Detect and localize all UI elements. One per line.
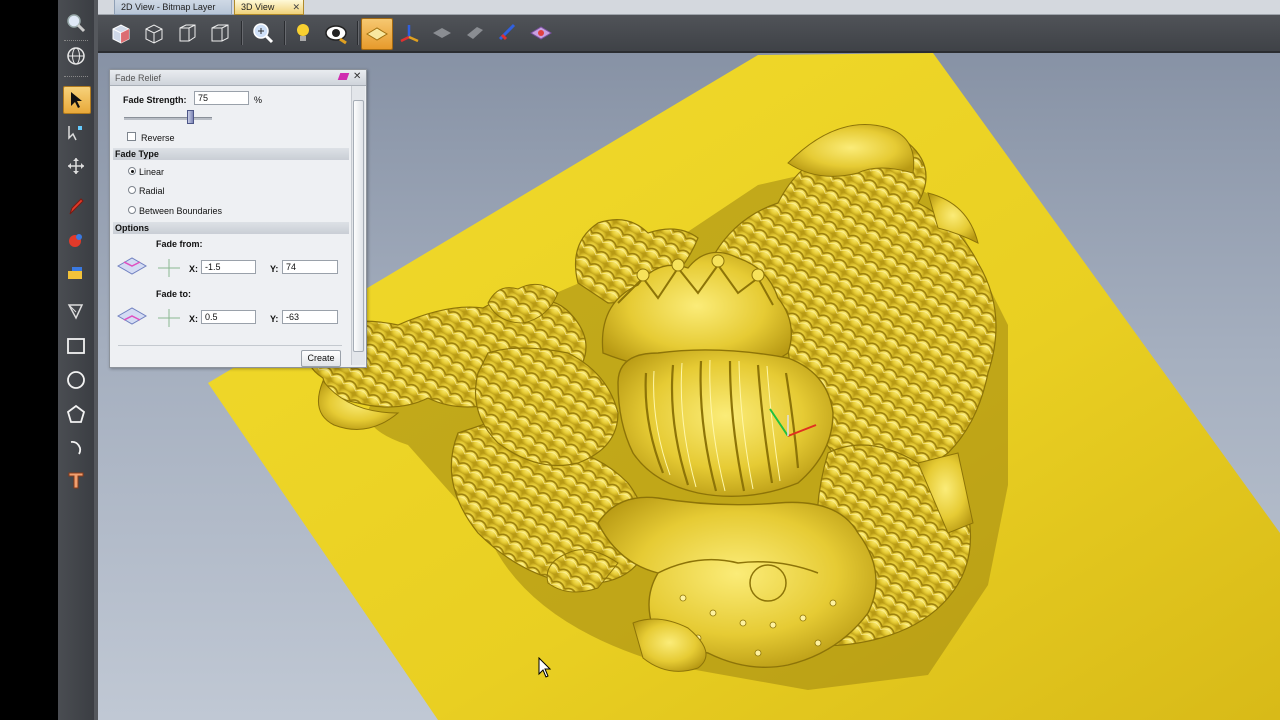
radio-radial[interactable] [128, 186, 136, 194]
radio-between-boundaries-label: Between Boundaries [139, 206, 223, 216]
transform-icon[interactable] [63, 153, 89, 179]
vector-icon[interactable] [63, 298, 89, 324]
reverse-checkbox[interactable] [127, 132, 136, 141]
iso-view-icon[interactable] [106, 18, 136, 48]
zoom-icon[interactable] [63, 10, 89, 36]
left-toolbar [58, 0, 95, 720]
radio-linear[interactable] [128, 167, 136, 175]
fade-to-label: Fade to: [156, 289, 191, 299]
crosshair-icon [158, 309, 180, 327]
fade-from-x-input[interactable] [201, 260, 256, 274]
fade-to-x-input[interactable] [201, 310, 256, 324]
panel-divider [118, 345, 342, 346]
tab-2d-view-label: 2D View - Bitmap Layer [121, 2, 216, 12]
select-arrow-icon[interactable] [63, 86, 91, 114]
close-icon[interactable]: ✕ [353, 71, 361, 82]
node-edit-icon[interactable] [63, 120, 89, 146]
fade-strength-slider[interactable] [124, 117, 212, 120]
eye-icon[interactable] [321, 18, 351, 48]
reverse-label: Reverse [141, 133, 175, 143]
radio-linear-label: Linear [139, 167, 165, 177]
paint-icon[interactable] [63, 227, 89, 253]
zoom-fit-icon[interactable] [248, 18, 278, 48]
color-icon[interactable] [493, 18, 523, 48]
pencil-icon[interactable] [63, 193, 89, 219]
text-icon[interactable] [63, 467, 89, 493]
wire-icon[interactable] [460, 18, 490, 48]
radio-radial-label: Radial [139, 186, 165, 196]
fade-from-label: Fade from: [156, 239, 203, 249]
axes-icon[interactable] [394, 18, 424, 48]
radio-between-boundaries[interactable] [128, 206, 136, 214]
pick-point-to-icon[interactable] [116, 302, 148, 328]
top-toolbar [98, 15, 1280, 53]
rectangle-icon[interactable] [63, 333, 89, 359]
fade-relief-panel: Fade Relief ✕ Fade Strength: % Reverse F… [109, 69, 367, 368]
light-icon[interactable] [288, 18, 318, 48]
circle-icon[interactable] [63, 367, 89, 393]
toolbar-separator [64, 76, 88, 77]
fade-strength-unit: % [254, 95, 263, 105]
fade-to-x-label: X: [189, 314, 198, 324]
fade-to-y-input[interactable] [282, 310, 338, 324]
fade-strength-slider-thumb[interactable] [187, 110, 194, 124]
panel-title-bar[interactable]: Fade Relief ✕ [110, 70, 366, 86]
material-icon[interactable] [526, 18, 556, 48]
fade-strength-input[interactable] [194, 91, 249, 105]
bitmap-icon[interactable] [63, 260, 89, 286]
fade-to-y-label: Y: [270, 314, 279, 324]
arc-icon[interactable] [63, 435, 89, 461]
toolbar-separator [64, 40, 88, 41]
side-view-icon[interactable] [172, 18, 202, 48]
panel-title: Fade Relief [115, 73, 162, 83]
mouse-cursor-icon [538, 656, 552, 679]
front-view-icon[interactable] [139, 18, 169, 48]
tab-2d-view[interactable]: 2D View - Bitmap Layer [114, 0, 232, 15]
close-icon[interactable]: ✕ [292, 0, 300, 14]
relief-plane-icon[interactable] [361, 18, 393, 50]
toolbar-separator [284, 21, 286, 45]
polygon-icon[interactable] [63, 401, 89, 427]
fade-from-x-label: X: [189, 264, 198, 274]
tab-strip: 2D View - Bitmap Layer 3D View ✕ [98, 0, 1280, 15]
shade-icon[interactable] [427, 18, 457, 48]
fade-type-header: Fade Type [113, 148, 349, 160]
create-button[interactable]: Create [301, 350, 341, 367]
options-header: Options [113, 222, 349, 234]
toolbar-separator [241, 21, 243, 45]
scrollbar-thumb[interactable] [353, 100, 364, 352]
top-view-icon[interactable] [205, 18, 235, 48]
tab-3d-view-label: 3D View [241, 2, 275, 12]
fade-strength-label: Fade Strength: [123, 95, 187, 105]
crosshair-icon [158, 259, 180, 277]
fade-from-y-input[interactable] [282, 260, 338, 274]
fade-from-y-label: Y: [270, 264, 279, 274]
pick-point-from-icon[interactable] [116, 252, 148, 278]
toolbar-separator [357, 21, 359, 45]
pin-icon[interactable] [337, 73, 350, 80]
globe-icon[interactable] [63, 43, 89, 69]
tab-3d-view[interactable]: 3D View ✕ [234, 0, 304, 15]
black-strip [0, 0, 58, 720]
